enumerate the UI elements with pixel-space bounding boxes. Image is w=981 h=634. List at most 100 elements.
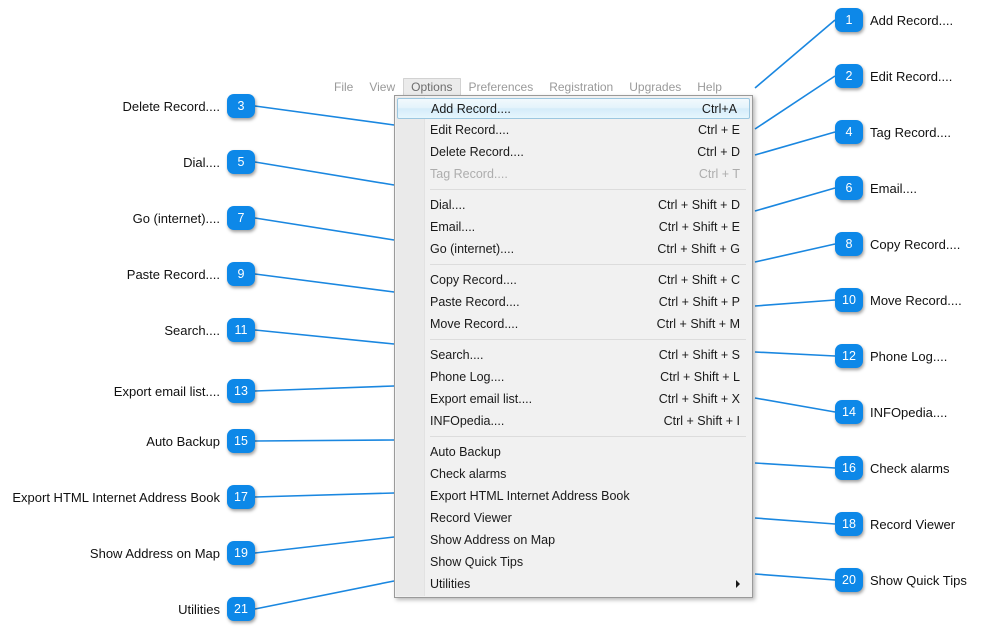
leader-line-17 — [254, 492, 395, 498]
menu-item-label: Tag Record.... — [430, 167, 508, 181]
menu-item-show-address-on-map[interactable]: Show Address on Map — [395, 529, 752, 551]
menu-item-shortcut: Ctrl + Shift + G — [657, 242, 740, 256]
callout-label-10: Move Record.... — [870, 292, 962, 308]
menu-item-delete-record[interactable]: Delete Record.... Ctrl + D — [395, 141, 752, 163]
menu-separator — [430, 339, 746, 340]
menubar-item-view[interactable]: View — [361, 78, 403, 97]
menu-item-label: Email.... — [430, 220, 476, 234]
menu-item-go-internet[interactable]: Go (internet).... Ctrl + Shift + G — [395, 238, 752, 260]
menu-item-label: Copy Record.... — [430, 273, 517, 287]
leader-line-7 — [254, 217, 395, 241]
callout-label-9: Paste Record.... — [126, 266, 220, 282]
leader-line-20 — [754, 573, 836, 581]
menu-item-label: INFOpedia.... — [430, 414, 505, 428]
menu-item-auto-backup[interactable]: Auto Backup — [395, 441, 752, 463]
menu-item-copy-record[interactable]: Copy Record.... Ctrl + Shift + C — [395, 269, 752, 291]
callout-badge-3: 3 — [227, 94, 255, 118]
callout-8: 8 Copy Record.... — [835, 232, 960, 256]
callout-9: Paste Record.... 9 — [0, 262, 255, 286]
menubar-item-registration[interactable]: Registration — [541, 78, 621, 97]
menu-item-dial[interactable]: Dial.... Ctrl + Shift + D — [395, 194, 752, 216]
menu-item-record-viewer[interactable]: Record Viewer — [395, 507, 752, 529]
callout-label-13: Export email list.... — [113, 383, 220, 399]
menu-bar[interactable]: File View Options Preferences Registration Up… — [326, 77, 730, 97]
callout-6: 6 Email.... — [835, 176, 917, 200]
callout-2: 2 Edit Record.... — [835, 64, 952, 88]
menu-item-email[interactable]: Email.... Ctrl + Shift + E — [395, 216, 752, 238]
menu-item-label: Utilities — [430, 577, 471, 591]
menu-item-utilities[interactable]: Utilities — [395, 573, 752, 595]
menu-item-add-record[interactable]: Add Record.... Ctrl+A — [397, 98, 750, 119]
menu-item-label: Phone Log.... — [430, 370, 505, 384]
callout-badge-14: 14 — [835, 400, 863, 424]
leader-line-10 — [754, 299, 836, 307]
leader-line-2 — [754, 75, 836, 130]
menu-item-shortcut: Ctrl + Shift + X — [658, 392, 740, 406]
leader-line-14 — [754, 397, 836, 413]
callout-10: 10 Move Record.... — [835, 288, 962, 312]
menu-item-label: Check alarms — [430, 467, 507, 481]
menubar-item-upgrades[interactable]: Upgrades — [621, 78, 689, 97]
callout-17: Export HTML Internet Address Book 17 — [0, 485, 255, 509]
menu-item-shortcut: Ctrl + Shift + P — [658, 295, 740, 309]
leader-line-8 — [754, 243, 836, 263]
leader-line-9 — [254, 273, 395, 293]
menu-item-shortcut: Ctrl + T — [698, 167, 740, 181]
callout-badge-5: 5 — [227, 150, 255, 174]
leader-line-11 — [254, 329, 395, 345]
menu-item-export-html-internet-address-book[interactable]: Export HTML Internet Address Book — [395, 485, 752, 507]
menu-separator — [430, 436, 746, 437]
menu-item-move-record[interactable]: Move Record.... Ctrl + Shift + M — [395, 313, 752, 335]
leader-line-6 — [754, 187, 836, 212]
menu-item-check-alarms[interactable]: Check alarms — [395, 463, 752, 485]
callout-badge-13: 13 — [227, 379, 255, 403]
menu-item-label: Delete Record.... — [430, 145, 524, 159]
menu-item-export-email-list[interactable]: Export email list.... Ctrl + Shift + X — [395, 388, 752, 410]
callout-12: 12 Phone Log.... — [835, 344, 947, 368]
callout-badge-16: 16 — [835, 456, 863, 480]
annotated-menu-diagram: File View Options Preferences Registration Up… — [0, 0, 981, 634]
menu-item-shortcut: Ctrl + Shift + I — [663, 414, 740, 428]
menubar-item-options[interactable]: Options — [403, 77, 461, 97]
callout-11: Search.... 11 — [0, 318, 255, 342]
callout-label-14: INFOpedia.... — [870, 404, 948, 420]
callout-label-6: Email.... — [870, 180, 917, 196]
menu-item-list[interactable]: Add Record.... Ctrl+A Edit Record.... Ctrl … — [395, 98, 752, 595]
callout-label-18: Record Viewer — [870, 516, 956, 532]
callout-1: 1 Add Record.... — [835, 8, 953, 32]
leader-line-19 — [254, 536, 395, 554]
callout-label-12: Phone Log.... — [870, 348, 948, 364]
menu-item-label: Search.... — [430, 348, 484, 362]
callout-label-4: Tag Record.... — [870, 124, 951, 140]
callout-badge-17: 17 — [227, 485, 255, 509]
callout-label-1: Add Record.... — [870, 12, 954, 28]
menu-item-label: Show Address on Map — [430, 533, 556, 547]
menu-item-label: Record Viewer — [430, 511, 512, 525]
menubar-item-preferences[interactable]: Preferences — [461, 78, 542, 97]
callout-5: Dial.... 5 — [0, 150, 255, 174]
callout-14: 14 INFOpedia.... — [835, 400, 947, 424]
menubar-item-help[interactable]: Help — [689, 78, 730, 97]
callout-4: 4 Tag Record.... — [835, 120, 951, 144]
leader-line-3 — [254, 105, 395, 126]
menu-separator — [430, 264, 746, 265]
options-dropdown-menu[interactable]: Add Record.... Ctrl+A Edit Record.... Ctrl … — [394, 95, 753, 598]
callout-badge-9: 9 — [227, 262, 255, 286]
callout-badge-11: 11 — [227, 318, 255, 342]
leader-line-18 — [754, 517, 836, 525]
menu-item-search[interactable]: Search.... Ctrl + Shift + S — [395, 344, 752, 366]
menubar-item-file[interactable]: File — [326, 78, 361, 97]
menu-item-paste-record[interactable]: Paste Record.... Ctrl + Shift + P — [395, 291, 752, 313]
menu-item-shortcut: Ctrl + Shift + C — [658, 273, 740, 287]
callout-label-11: Search.... — [164, 322, 220, 338]
menu-item-label: Export email list.... — [430, 392, 533, 406]
callout-3: Delete Record.... 3 — [0, 94, 255, 118]
menu-item-infopedia[interactable]: INFOpedia.... Ctrl + Shift + I — [395, 410, 752, 432]
menu-item-show-quick-tips[interactable]: Show Quick Tips — [395, 551, 752, 573]
callout-label-19: Show Address on Map — [89, 545, 220, 561]
menu-item-edit-record[interactable]: Edit Record.... Ctrl + E — [395, 119, 752, 141]
menu-item-shortcut: Ctrl+A — [701, 101, 737, 116]
callout-15: Auto Backup 15 — [0, 429, 255, 453]
menu-item-label: Go (internet).... — [430, 242, 515, 256]
menu-item-phone-log[interactable]: Phone Log.... Ctrl + Shift + L — [395, 366, 752, 388]
